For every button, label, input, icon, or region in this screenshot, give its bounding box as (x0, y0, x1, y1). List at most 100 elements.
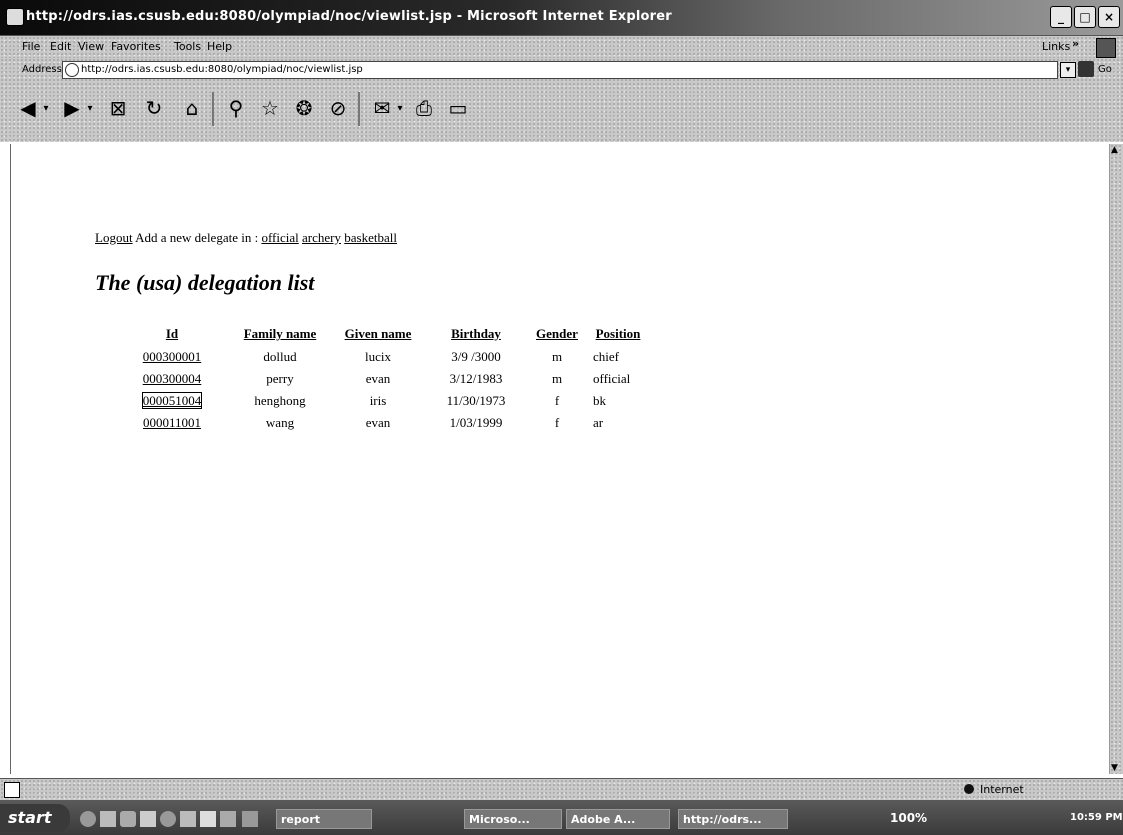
vertical-scrollbar[interactable]: ▲ ▼ (1109, 144, 1123, 774)
given-name-cell: evan (365, 371, 391, 386)
scroll-up-icon[interactable]: ▲ (1111, 145, 1118, 155)
menu-view[interactable]: View (78, 40, 104, 53)
taskbar: start report Microso... Adobe A... http:… (0, 800, 1123, 835)
minimize-button[interactable]: _ (1050, 6, 1072, 28)
table-row: 000051004 henghong iris 11/30/1973 f bk (115, 390, 649, 412)
scroll-down-icon[interactable]: ▼ (1111, 763, 1118, 773)
delegate-id-link[interactable]: 000300004 (143, 371, 202, 386)
menu-help[interactable]: Help (207, 40, 232, 53)
links-button[interactable]: Links (1042, 40, 1070, 53)
ie-icon (6, 8, 24, 26)
go-button[interactable]: Go (1098, 64, 1112, 75)
windows-logo-icon (1096, 38, 1116, 58)
print-icon[interactable]: ⎙ (410, 94, 438, 122)
family-name-cell: dollud (263, 349, 297, 364)
stop-icon[interactable]: ⊠ (104, 94, 132, 122)
column-header-birthday[interactable]: Birthday (425, 326, 527, 346)
app-quicklaunch-icon[interactable] (242, 811, 258, 827)
title-bar: http://odrs.ias.csusb.edu:8080/olympiad/… (0, 0, 1123, 36)
column-header-id[interactable]: Id (115, 326, 229, 346)
column-header-family-name[interactable]: Family name (229, 326, 331, 346)
taskbar-item-word[interactable]: Microso... (464, 809, 562, 829)
app-quicklaunch-icon[interactable] (200, 811, 216, 827)
desktop-quicklaunch-icon[interactable] (100, 811, 116, 827)
start-button[interactable]: start (0, 804, 70, 832)
gender-cell: m (551, 371, 563, 386)
security-zone: Internet (980, 783, 1024, 796)
chevron-more-icon[interactable]: » (1072, 37, 1079, 50)
given-name-cell: evan (365, 415, 391, 430)
birthday-cell: 3/9 /3000 (451, 349, 501, 364)
menu-file[interactable]: File (22, 40, 40, 53)
history-icon[interactable]: ⊘ (324, 94, 352, 122)
address-bar: Address http://odrs.ias.csusb.edu:8080/o… (0, 58, 1123, 82)
status-bar: Internet (0, 778, 1123, 801)
delegate-id-link[interactable]: 000011001 (143, 415, 201, 430)
menu-favorites[interactable]: Favorites (111, 40, 161, 53)
column-header-gender[interactable]: Gender (527, 326, 587, 346)
given-name-cell: iris (369, 393, 387, 408)
delegate-id-link[interactable]: 000300001 (143, 349, 202, 364)
gender-cell: f (554, 415, 560, 430)
address-input[interactable]: http://odrs.ias.csusb.edu:8080/olympiad/… (62, 61, 1058, 79)
forward-icon[interactable]: ▶ (58, 94, 86, 122)
birthday-cell: 3/12/1983 (449, 371, 503, 386)
column-header-given-name[interactable]: Given name (331, 326, 425, 346)
app-quicklaunch-icon[interactable] (180, 811, 196, 827)
window-title: http://odrs.ias.csusb.edu:8080/olympiad/… (26, 9, 672, 24)
close-button[interactable]: × (1098, 6, 1120, 28)
toolbar-separator (212, 92, 214, 126)
mail-dropdown-icon[interactable]: ▾ (394, 94, 406, 122)
home-icon[interactable]: ⌂ (178, 94, 206, 122)
taskbar-item-acrobat[interactable]: Adobe A... (566, 809, 670, 829)
menu-bar: File Edit View Favorites Tools Help Link… (0, 36, 1123, 58)
add-official-link[interactable]: official (261, 230, 298, 245)
table-row: 000300001 dollud lucix 3/9 /3000 m chief (115, 346, 649, 368)
add-archery-link[interactable]: archery (302, 230, 341, 245)
delegate-id-link[interactable]: 000051004 (141, 392, 203, 409)
app-quicklaunch-icon[interactable] (220, 811, 236, 827)
explorer-quicklaunch-icon[interactable] (160, 811, 176, 827)
media-quicklaunch-icon[interactable] (120, 811, 136, 827)
gender-cell: f (554, 393, 560, 408)
address-label: Address (22, 64, 62, 75)
column-header-position[interactable]: Position (587, 326, 649, 346)
add-basketball-link[interactable]: basketball (344, 230, 397, 245)
table-row: 000300004 perry evan 3/12/1983 m officia… (115, 368, 649, 390)
mail-icon[interactable]: ✉ (368, 94, 396, 122)
zoom-indicator: 100% (890, 811, 928, 825)
taskbar-item-report[interactable]: report (276, 809, 372, 829)
search-icon[interactable]: ⚲ (222, 94, 250, 122)
address-url: http://odrs.ias.csusb.edu:8080/olympiad/… (81, 64, 363, 75)
favorites-star-icon[interactable]: ☆ (256, 94, 284, 122)
logout-link[interactable]: Logout (95, 230, 133, 245)
birthday-cell: 11/30/1973 (446, 393, 506, 408)
page-content: Logout Add a new delegate in : official … (10, 144, 1111, 774)
menu-tools[interactable]: Tools (174, 40, 201, 53)
folder-icon[interactable]: ▭ (444, 94, 472, 122)
outlook-quicklaunch-icon[interactable] (140, 811, 156, 827)
refresh-icon[interactable]: ↻ (140, 94, 168, 122)
dropdown-arrow-icon[interactable]: ▾ (1060, 62, 1076, 78)
maximize-button[interactable]: □ (1074, 6, 1096, 28)
media-icon[interactable]: ❂ (290, 94, 318, 122)
family-name-cell: wang (265, 415, 295, 430)
position-cell: chief (593, 349, 619, 364)
given-name-cell: lucix (365, 349, 391, 364)
forward-dropdown-icon[interactable]: ▾ (84, 94, 96, 122)
delegation-table: Id Family name Given name Birthday Gende… (115, 326, 649, 434)
taskbar-item-browser[interactable]: http://odrs... (678, 809, 788, 829)
gender-cell: m (551, 349, 563, 364)
back-icon[interactable]: ◀ (14, 94, 42, 122)
back-dropdown-icon[interactable]: ▾ (40, 94, 52, 122)
menu-edit[interactable]: Edit (50, 40, 71, 53)
nav-line: Logout Add a new delegate in : official … (95, 230, 397, 246)
go-arrow-icon[interactable] (1078, 61, 1094, 77)
position-cell: bk (593, 393, 606, 408)
family-name-cell: perry (266, 371, 294, 386)
page-title: The (usa) delegation list (95, 270, 315, 295)
birthday-cell: 1/03/1999 (449, 415, 503, 430)
ie-quicklaunch-icon[interactable] (80, 811, 96, 827)
position-cell: official (593, 371, 631, 386)
position-cell: ar (593, 415, 604, 430)
